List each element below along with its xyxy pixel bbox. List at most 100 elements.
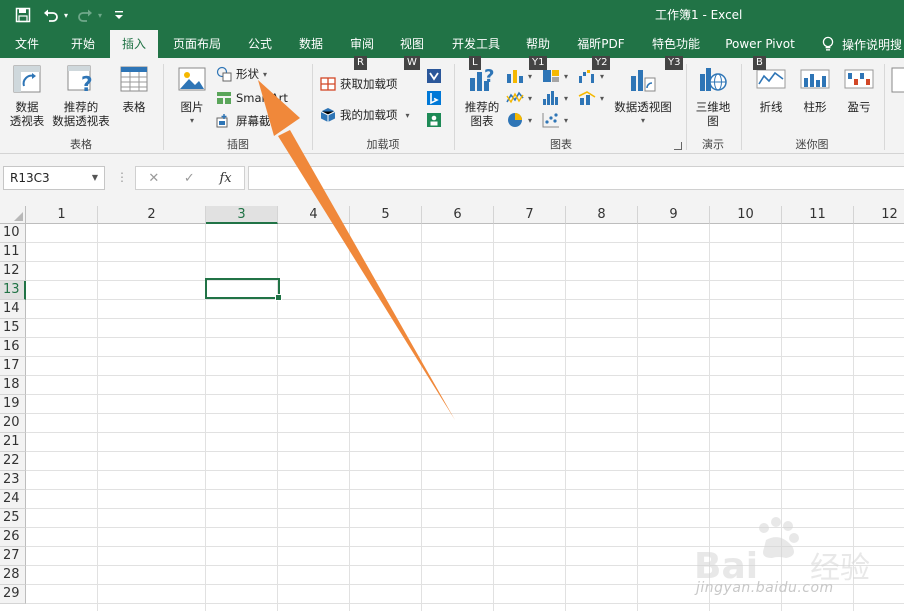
hierarchy-chart-button[interactable]: ▾ <box>542 68 568 84</box>
waterfall-chart-dropdown-icon: ▾ <box>600 71 605 81</box>
tab-review[interactable]: 审阅 <box>338 30 386 58</box>
sparkline-line-button[interactable]: 折线 <box>750 64 792 114</box>
row-header[interactable]: 13 <box>0 281 26 300</box>
tab-home[interactable]: 开始 <box>56 30 110 58</box>
pie-chart-button[interactable]: ▾ <box>506 112 532 128</box>
column-header[interactable]: 10 <box>710 206 782 224</box>
row-header[interactable]: 25 <box>0 509 26 528</box>
column-header[interactable]: 7 <box>494 206 566 224</box>
line-chart-button[interactable]: ▾ <box>506 90 532 106</box>
save-button[interactable] <box>12 4 34 26</box>
recommended-charts-label: 推荐的 图表 <box>464 100 500 128</box>
column-chart-button[interactable]: ▾ <box>506 68 532 84</box>
tab-page-layout[interactable]: 页面布局 <box>160 30 234 58</box>
column-header[interactable]: 12 <box>854 206 904 224</box>
recommended-pivot-button[interactable]: ? 推荐的 数据透视表 <box>50 64 112 128</box>
tab-file[interactable]: 文件 <box>0 30 54 58</box>
customize-qat-button[interactable] <box>108 4 130 26</box>
tab-data[interactable]: 数据 <box>286 30 336 58</box>
statistic-chart-button[interactable]: ▾ <box>542 90 568 106</box>
formula-bar-grip-icon[interactable]: ⋮ <box>116 168 128 186</box>
scatter-chart-button[interactable]: ▾ <box>542 112 568 128</box>
slicer-button-partial[interactable] <box>890 64 904 100</box>
tab-help[interactable]: 帮助 <box>514 30 562 58</box>
pictures-button[interactable]: 图片 ▾ <box>172 64 212 128</box>
people-graph-icon <box>427 113 441 127</box>
row-header[interactable]: 16 <box>0 338 26 357</box>
pivot-table-button[interactable]: 数据 透视表 <box>4 64 50 128</box>
row-header[interactable]: 29 <box>0 585 26 604</box>
column-header[interactable]: 6 <box>422 206 494 224</box>
tab-formulas[interactable]: 公式 <box>236 30 284 58</box>
table-button[interactable]: 表格 <box>114 64 154 114</box>
3d-map-button[interactable]: 三维地 图 <box>690 64 736 128</box>
column-header[interactable]: 8 <box>566 206 638 224</box>
row-header[interactable]: 21 <box>0 433 26 452</box>
tab-insert[interactable]: 插入 <box>110 30 158 58</box>
cancel-icon[interactable]: ✕ <box>148 171 159 186</box>
pivot-chart-icon <box>631 70 656 92</box>
row-header[interactable]: 26 <box>0 528 26 547</box>
pivot-table-icon <box>13 65 41 93</box>
recommended-charts-button[interactable]: ? 推荐的 图表 <box>462 64 502 128</box>
tab-foxit-pdf[interactable]: 福昕PDF <box>564 30 638 58</box>
undo-button[interactable] <box>40 4 62 26</box>
redo-dropdown-icon[interactable]: ▾ <box>98 11 102 20</box>
row-header[interactable]: 12 <box>0 262 26 281</box>
row-header[interactable]: 23 <box>0 471 26 490</box>
enter-icon[interactable]: ✓ <box>184 171 195 186</box>
column-header[interactable]: 1 <box>26 206 98 224</box>
row-header[interactable]: 28 <box>0 566 26 585</box>
formula-input[interactable] <box>248 166 904 190</box>
column-header[interactable]: 3 <box>206 206 278 224</box>
row-header[interactable]: 20 <box>0 414 26 433</box>
smartart-button[interactable]: SmartArt <box>216 90 288 106</box>
people-graph-button[interactable] <box>426 112 442 128</box>
row-header[interactable]: 18 <box>0 376 26 395</box>
row-header[interactable]: 24 <box>0 490 26 509</box>
column-header[interactable]: 4 <box>278 206 350 224</box>
column-header[interactable]: 2 <box>98 206 206 224</box>
row-header[interactable]: 14 <box>0 300 26 319</box>
screenshot-dropdown-icon: ▾ <box>286 116 291 126</box>
column-header[interactable]: 5 <box>350 206 422 224</box>
tab-view[interactable]: 视图 <box>388 30 436 58</box>
visio-button[interactable] <box>426 68 442 84</box>
charts-dialog-launcher[interactable] <box>674 142 682 150</box>
bing-maps-button[interactable] <box>426 90 442 106</box>
row-header[interactable]: 15 <box>0 319 26 338</box>
select-all-corner[interactable] <box>0 206 26 224</box>
column-header[interactable]: 11 <box>782 206 854 224</box>
save-icon <box>15 7 31 23</box>
group-label-addins: 加载项 <box>366 138 400 151</box>
row-header[interactable]: 11 <box>0 243 26 262</box>
name-box-dropdown-icon[interactable]: ▼ <box>92 167 98 189</box>
column-header[interactable]: 9 <box>638 206 710 224</box>
row-header[interactable]: 10 <box>0 224 26 243</box>
tell-me-search[interactable]: 操作说明搜 <box>822 30 902 58</box>
waterfall-chart-button[interactable]: ▾ <box>578 68 604 84</box>
undo-dropdown-icon[interactable]: ▾ <box>64 11 68 20</box>
undo-icon <box>44 9 58 22</box>
tab-features[interactable]: 特色功能 <box>640 30 712 58</box>
selected-cell[interactable] <box>205 278 282 301</box>
row-header[interactable]: 22 <box>0 452 26 471</box>
insert-function-icon[interactable]: fx <box>219 171 231 186</box>
sparkline-winloss-button[interactable]: 盈亏 <box>838 64 880 114</box>
pivot-chart-button[interactable]: 数据透视图 ▾ <box>612 64 674 128</box>
tab-developer[interactable]: 开发工具 <box>440 30 512 58</box>
row-header[interactable]: 19 <box>0 395 26 414</box>
redo-button[interactable] <box>74 4 96 26</box>
shapes-button[interactable]: 形状 ▾ <box>216 66 267 82</box>
get-addins-button[interactable]: 获取加载项 <box>320 76 398 92</box>
name-box[interactable]: R13C3 ▼ <box>3 166 105 190</box>
my-addins-button[interactable]: 我的加载项 ▾ <box>320 107 410 123</box>
tab-power-pivot[interactable]: Power Pivot <box>716 30 804 58</box>
row-header[interactable]: 27 <box>0 547 26 566</box>
screenshot-button[interactable]: 屏幕截图 ▾ <box>216 113 290 129</box>
recommended-pivot-label: 推荐的 数据透视表 <box>52 100 110 128</box>
sparkline-column-button[interactable]: 柱形 <box>794 64 836 114</box>
row-header[interactable]: 17 <box>0 357 26 376</box>
combo-chart-button[interactable]: ▾ <box>578 90 604 106</box>
svg-text:?: ? <box>81 72 93 94</box>
